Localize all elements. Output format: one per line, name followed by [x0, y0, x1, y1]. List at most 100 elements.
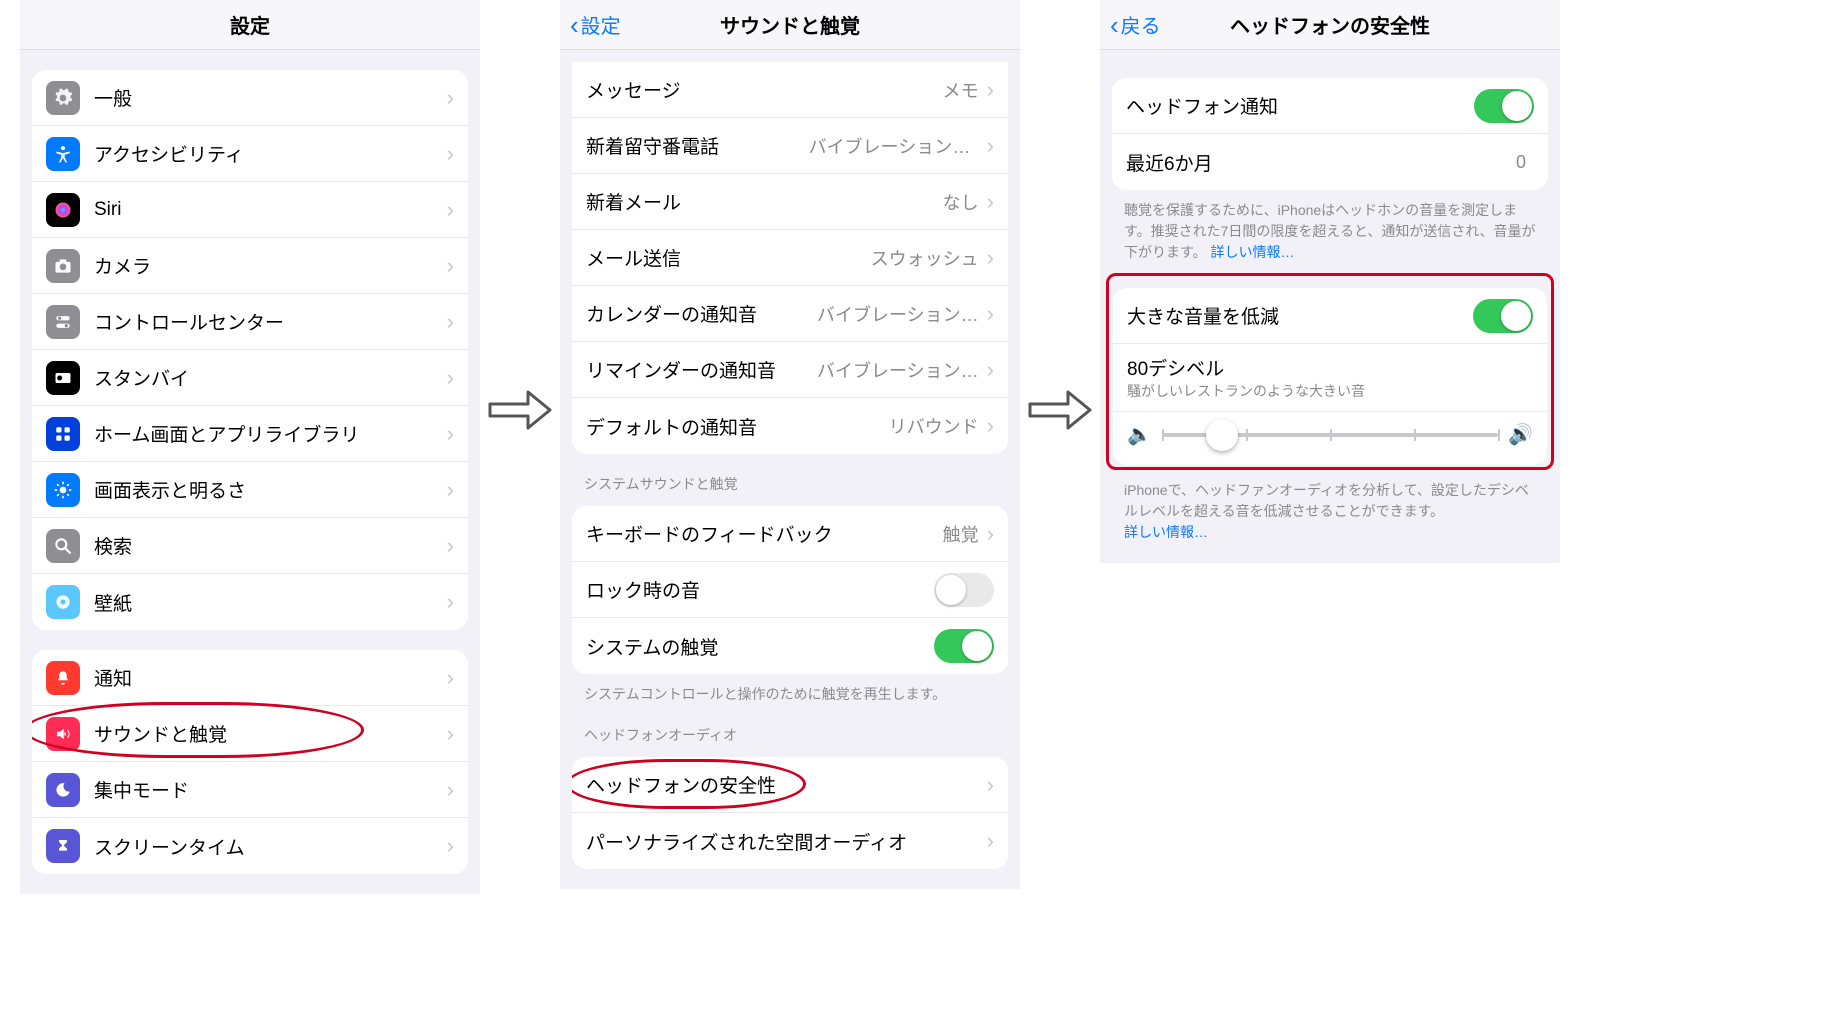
search-icon — [46, 529, 80, 563]
sound-row[interactable]: デフォルトの通知音リバウンド› — [572, 398, 1008, 454]
chevron-left-icon: ‹ — [1110, 12, 1119, 38]
value: 0 — [1516, 152, 1526, 173]
arrow-right-icon — [480, 0, 560, 820]
label: ホーム画面とアプリライブラリ — [94, 420, 447, 447]
chevron-right-icon: › — [447, 779, 454, 801]
toggle[interactable] — [934, 573, 994, 607]
label: メッセージ — [586, 76, 943, 103]
header: 設定 — [20, 0, 480, 50]
label: パーソナライズされた空間オーディオ — [586, 828, 987, 855]
settings-row[interactable]: ホーム画面とアプリライブラリ› — [32, 406, 468, 462]
chevron-right-icon: › — [447, 667, 454, 689]
value: なし — [943, 189, 979, 215]
value: バイブレーション… — [817, 357, 979, 383]
sound-row[interactable]: ヘッドフォンの安全性› — [572, 757, 1008, 813]
chevron-right-icon: › — [987, 79, 994, 101]
row-headphone-notification: ヘッドフォン通知 — [1112, 78, 1548, 134]
settings-group-1: 一般›アクセシビリティ›Siri›カメラ›コントロールセンター›スタンバイ›ホー… — [32, 70, 468, 630]
learn-more-link[interactable]: 詳しい情報… — [1124, 524, 1208, 540]
value: バイブレーションのみ — [809, 133, 979, 159]
label: カレンダーの通知音 — [586, 300, 817, 327]
label: 大きな音量を低減 — [1127, 302, 1473, 329]
chevron-right-icon: › — [447, 87, 454, 109]
notification-group: ヘッドフォン通知 最近6か月 0 — [1112, 78, 1548, 190]
settings-row[interactable]: 集中モード› — [32, 762, 468, 818]
hourglass-icon — [46, 829, 80, 863]
settings-row[interactable]: 画面表示と明るさ› — [32, 462, 468, 518]
row-last-6-months[interactable]: 最近6か月 0 — [1112, 134, 1548, 190]
grid-icon — [46, 417, 80, 451]
moon-icon — [46, 773, 80, 807]
back-button[interactable]: ‹設定 — [570, 10, 621, 39]
chevron-right-icon: › — [447, 479, 454, 501]
settings-row[interactable]: 壁紙› — [32, 574, 468, 630]
settings-row[interactable]: 通知› — [32, 650, 468, 706]
settings-row[interactable]: スクリーンタイム› — [32, 818, 468, 874]
label: スタンバイ — [94, 364, 447, 391]
label: 最近6か月 — [1126, 149, 1516, 176]
label: サウンドと触覚 — [94, 720, 447, 747]
settings-row[interactable]: アクセシビリティ› — [32, 126, 468, 182]
slider-thumb[interactable] — [1206, 419, 1238, 451]
sound-row[interactable]: メール送信スウォッシュ› — [572, 230, 1008, 286]
label: 新着留守番電話 — [586, 132, 809, 159]
section-header: システムサウンドと触覚 — [584, 474, 996, 494]
label: ヘッドフォン通知 — [1126, 92, 1474, 119]
chevron-right-icon: › — [447, 199, 454, 221]
label: 集中モード — [94, 776, 447, 803]
value: 触覚 — [943, 521, 979, 547]
chevron-left-icon: ‹ — [570, 12, 579, 38]
decibel-sub: 騒がしいレストランのような大きい音 — [1127, 381, 1365, 401]
chevron-right-icon: › — [987, 247, 994, 269]
settings-row[interactable]: スタンバイ› — [32, 350, 468, 406]
sound-row[interactable]: 新着メールなし › — [572, 174, 1008, 230]
toggle-reduce-loud[interactable] — [1473, 299, 1533, 333]
header: ‹戻る ヘッドフォンの安全性 — [1100, 0, 1560, 50]
decibel-slider[interactable] — [1162, 433, 1498, 437]
settings-row[interactable]: コントロールセンター› — [32, 294, 468, 350]
sound-row[interactable]: パーソナライズされた空間オーディオ› — [572, 813, 1008, 869]
page-title: 設定 — [230, 10, 270, 39]
sound-row[interactable]: カレンダーの通知音バイブレーション…› — [572, 286, 1008, 342]
value: スウォッシュ — [871, 245, 979, 271]
chevron-right-icon: › — [987, 830, 994, 852]
label: デフォルトの通知音 — [586, 413, 889, 440]
sounds-group-2: キーボードのフィードバック触覚›ロック時の音システムの触覚 — [572, 506, 1008, 674]
sound-row[interactable]: リマインダーの通知音バイブレーション…› — [572, 342, 1008, 398]
settings-row[interactable]: 検索› — [32, 518, 468, 574]
settings-row[interactable]: Siri› — [32, 182, 468, 238]
chevron-right-icon: › — [987, 191, 994, 213]
chevron-right-icon: › — [447, 143, 454, 165]
sound-row[interactable]: メッセージメモ › — [572, 62, 1008, 118]
section-note: システムコントロールと操作のために触覚を再生します。 — [584, 684, 996, 705]
row-decibel: 80デシベル 騒がしいレストランのような大きい音 — [1113, 344, 1547, 412]
section-note: 聴覚を保護するために、iPhoneはヘッドホンの音量を測定します。推奨された7日… — [1124, 200, 1536, 263]
camera-icon — [46, 249, 80, 283]
label: システムの触覚 — [586, 633, 934, 660]
volume-high-icon: 🔊 — [1508, 422, 1533, 447]
label: 新着メール — [586, 188, 943, 215]
toggle-headphone-notification[interactable] — [1474, 89, 1534, 123]
toggle[interactable] — [934, 629, 994, 663]
sound-row[interactable]: 新着留守番電話バイブレーションのみ› — [572, 118, 1008, 174]
chevron-right-icon: › — [447, 423, 454, 445]
settings-row[interactable]: カメラ› — [32, 238, 468, 294]
chevron-right-icon: › — [987, 415, 994, 437]
brightness-icon — [46, 473, 80, 507]
value: メモ — [943, 77, 979, 103]
gear-icon — [46, 81, 80, 115]
settings-row[interactable]: サウンドと触覚› — [32, 706, 468, 762]
settings-group-2: 通知›サウンドと触覚›集中モード›スクリーンタイム› — [32, 650, 468, 874]
sound-icon — [46, 717, 80, 751]
learn-more-link[interactable]: 詳しい情報… — [1211, 244, 1295, 260]
back-button[interactable]: ‹戻る — [1110, 10, 1161, 39]
standby-icon — [46, 361, 80, 395]
label: ヘッドフォンの安全性 — [586, 771, 987, 798]
chevron-right-icon: › — [447, 835, 454, 857]
label: 検索 — [94, 532, 447, 559]
sound-row[interactable]: キーボードのフィードバック触覚› — [572, 506, 1008, 562]
chevron-right-icon: › — [987, 359, 994, 381]
settings-row[interactable]: 一般› — [32, 70, 468, 126]
bell-icon — [46, 661, 80, 695]
row-reduce-loud: 大きな音量を低減 — [1113, 288, 1547, 344]
